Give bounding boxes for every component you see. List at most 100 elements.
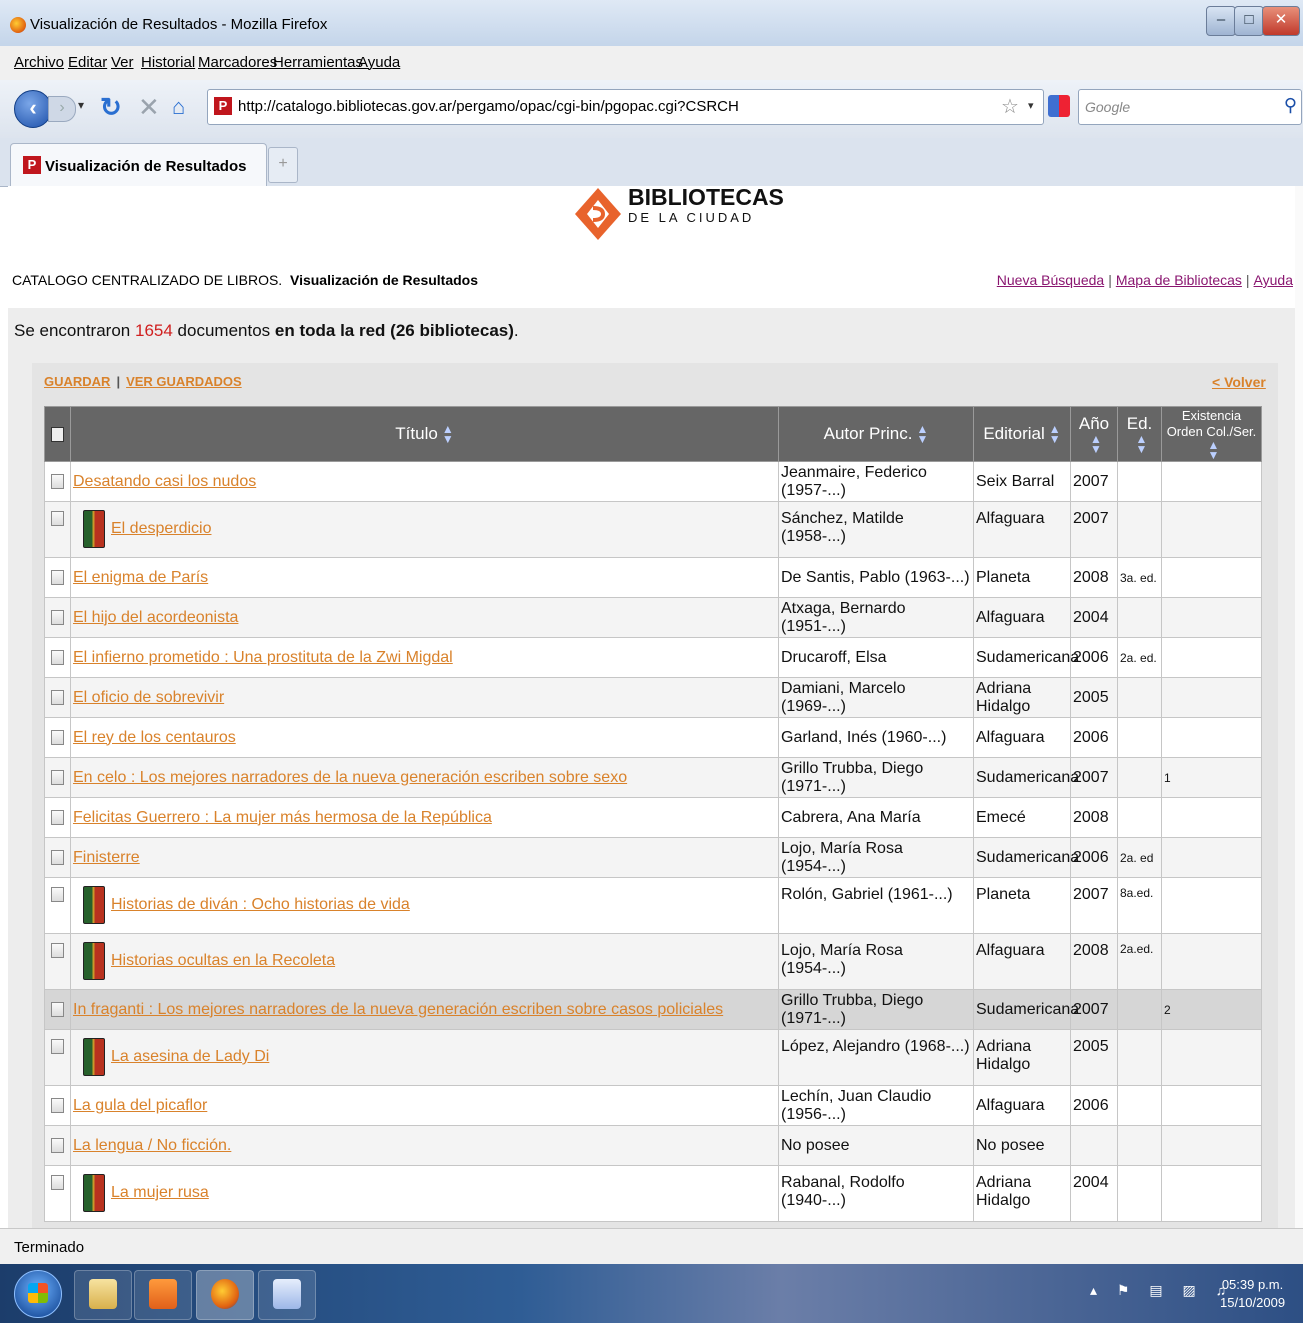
select-cell[interactable] xyxy=(44,989,71,1030)
col-stock-header[interactable]: Existencia Orden Col./Ser.▲ ▼ xyxy=(1161,406,1262,462)
menu-ver[interactable]: Ver xyxy=(111,54,134,71)
row-checkbox[interactable] xyxy=(51,511,64,527)
search-box[interactable]: Google ⚲ xyxy=(1078,89,1302,125)
title-link[interactable]: Felicitas Guerrero : La mujer más hermos… xyxy=(73,809,492,826)
select-cell[interactable] xyxy=(44,637,71,678)
row-checkbox[interactable] xyxy=(51,1039,64,1055)
start-button[interactable] xyxy=(14,1270,62,1318)
row-checkbox[interactable] xyxy=(51,649,64,665)
select-cell[interactable] xyxy=(44,1125,71,1166)
taskbar-media-player[interactable] xyxy=(134,1270,192,1320)
sort-icon[interactable]: ▲ ▼ xyxy=(1136,433,1148,455)
col-publisher-header[interactable]: Editorial ▲ ▼ xyxy=(973,406,1071,462)
select-cell[interactable] xyxy=(44,677,71,718)
title-link[interactable]: Desatando casi los nudos xyxy=(73,473,256,490)
forward-button[interactable]: › xyxy=(48,96,76,122)
menu-historial[interactable]: Historial xyxy=(141,54,195,71)
sort-icon[interactable]: ▲ ▼ xyxy=(1208,439,1220,461)
history-dropdown-icon[interactable]: ▾ xyxy=(78,98,84,112)
row-checkbox[interactable] xyxy=(51,609,64,625)
title-link[interactable]: Historias ocultas en la Recoleta xyxy=(111,952,335,969)
select-all-header[interactable] xyxy=(44,406,71,462)
url-dropdown-icon[interactable]: ▾ xyxy=(1028,99,1034,112)
menu-marcadores[interactable]: Marcadores xyxy=(198,54,277,71)
row-checkbox[interactable] xyxy=(51,1175,64,1191)
menu-herramientas[interactable]: Herramientas xyxy=(273,54,363,71)
sort-icon[interactable]: ▲ ▼ xyxy=(916,423,928,445)
select-cell[interactable] xyxy=(44,933,71,990)
taskbar-firefox[interactable] xyxy=(196,1270,254,1320)
title-link[interactable]: La lengua / No ficción. xyxy=(73,1137,231,1154)
title-link[interactable]: El desperdicio xyxy=(111,520,212,537)
select-cell[interactable] xyxy=(44,597,71,638)
select-cell[interactable] xyxy=(44,877,71,934)
taskbar-explorer[interactable] xyxy=(74,1270,132,1320)
select-cell[interactable] xyxy=(44,557,71,598)
select-all-checkbox[interactable] xyxy=(51,427,64,443)
select-cell[interactable] xyxy=(44,797,71,838)
select-cell[interactable] xyxy=(44,461,71,502)
back-button[interactable]: ‹ xyxy=(14,90,52,128)
select-cell[interactable] xyxy=(44,501,71,558)
title-link[interactable]: Finisterre xyxy=(73,849,140,866)
row-checkbox[interactable] xyxy=(51,809,64,825)
row-checkbox[interactable] xyxy=(51,943,64,959)
reload-icon[interactable]: ↻ xyxy=(100,92,122,123)
title-link[interactable]: El enigma de París xyxy=(73,569,208,586)
row-checkbox[interactable] xyxy=(51,689,64,705)
sort-icon[interactable]: ▲ ▼ xyxy=(442,423,454,445)
vertical-scrollbar[interactable] xyxy=(1295,186,1303,1228)
select-cell[interactable] xyxy=(44,1085,71,1126)
url-bar[interactable]: P http://catalogo.bibliotecas.gov.ar/per… xyxy=(207,89,1044,125)
menu-editar[interactable]: Editar xyxy=(68,54,107,71)
col-edition-header[interactable]: Ed.▲ ▼ xyxy=(1117,406,1162,462)
col-year-header[interactable]: Año▲ ▼ xyxy=(1070,406,1118,462)
select-cell[interactable] xyxy=(44,837,71,878)
row-checkbox[interactable] xyxy=(51,729,64,745)
sort-icon[interactable]: ▲ ▼ xyxy=(1090,433,1102,455)
new-search-link[interactable]: Nueva Búsqueda xyxy=(997,272,1104,288)
menu-archivo[interactable]: Archivo xyxy=(14,54,64,71)
close-button[interactable]: ✕ xyxy=(1262,6,1300,36)
row-checkbox[interactable] xyxy=(51,1137,64,1153)
minimize-button[interactable]: – xyxy=(1206,6,1236,36)
title-link[interactable]: El rey de los centauros xyxy=(73,729,236,746)
sort-icon[interactable]: ▲ ▼ xyxy=(1049,423,1061,445)
select-cell[interactable] xyxy=(44,757,71,798)
select-cell[interactable] xyxy=(44,1165,71,1222)
menu-ayuda[interactable]: Ayuda xyxy=(358,54,400,71)
stop-icon[interactable]: ✕ xyxy=(138,92,160,123)
url-text[interactable]: http://catalogo.bibliotecas.gov.ar/perga… xyxy=(238,98,739,115)
tab-results[interactable]: P Visualización de Resultados xyxy=(10,143,267,186)
row-checkbox[interactable] xyxy=(51,1097,64,1113)
bookmark-star-icon[interactable]: ☆ xyxy=(1001,94,1019,119)
taskbar-clock[interactable]: 05:39 p.m. 15/10/2009 xyxy=(1220,1276,1285,1312)
title-link[interactable]: El hijo del acordeonista xyxy=(73,609,238,626)
new-tab-button[interactable]: + xyxy=(268,147,298,183)
search-icon[interactable]: ⚲ xyxy=(1284,95,1297,116)
title-link[interactable]: La asesina de Lady Di xyxy=(111,1048,269,1065)
taskbar-word[interactable] xyxy=(258,1270,316,1320)
row-checkbox[interactable] xyxy=(51,1001,64,1017)
title-link[interactable]: En celo : Los mejores narradores de la n… xyxy=(73,769,627,786)
col-title-header[interactable]: Título ▲ ▼ xyxy=(70,406,779,462)
row-checkbox[interactable] xyxy=(51,849,64,865)
title-link[interactable]: In fraganti : Los mejores narradores de … xyxy=(73,1001,723,1018)
back-link[interactable]: < Volver xyxy=(1212,374,1266,390)
home-icon[interactable]: ⌂ xyxy=(172,94,185,120)
library-map-link[interactable]: Mapa de Bibliotecas xyxy=(1116,272,1242,288)
search-engine-icon[interactable] xyxy=(1048,95,1070,117)
title-link[interactable]: El oficio de sobrevivir xyxy=(73,689,224,706)
view-saved-link[interactable]: VER GUARDADOS xyxy=(126,374,242,389)
title-link[interactable]: La gula del picaflor xyxy=(73,1097,207,1114)
title-link[interactable]: La mujer rusa xyxy=(111,1184,209,1201)
maximize-button[interactable]: □ xyxy=(1234,6,1264,36)
title-link[interactable]: El infierno prometido : Una prostituta d… xyxy=(73,649,453,666)
help-link[interactable]: Ayuda xyxy=(1254,272,1293,288)
title-link[interactable]: Historias de diván : Ocho historias de v… xyxy=(111,896,410,913)
row-checkbox[interactable] xyxy=(51,569,64,585)
select-cell[interactable] xyxy=(44,717,71,758)
row-checkbox[interactable] xyxy=(51,887,64,903)
row-checkbox[interactable] xyxy=(51,769,64,785)
row-checkbox[interactable] xyxy=(51,473,64,489)
